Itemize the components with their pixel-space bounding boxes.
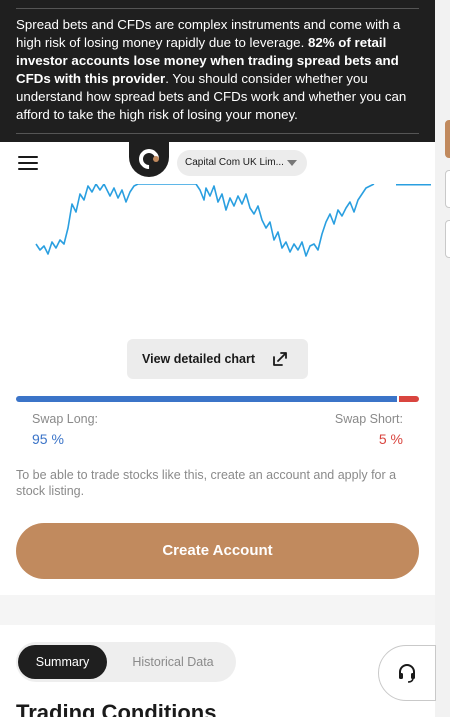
trade-note: To be able to trade stocks like this, cr… [16, 468, 397, 498]
swap-long-label: Swap Long: [32, 412, 99, 426]
page: Spread bets and CFDs are complex instrum… [0, 0, 435, 717]
external-link-icon [273, 352, 287, 366]
top-header: Capital Com UK Lim... [0, 142, 435, 184]
price-line [35, 184, 375, 257]
section-title: Trading Conditions [16, 700, 217, 717]
caret-down-icon [287, 160, 297, 166]
side-tab[interactable] [445, 220, 450, 258]
entity-select[interactable]: Capital Com UK Lim... [177, 150, 307, 176]
info-tabs: Summary Historical Data [16, 642, 236, 682]
risk-warning-banner: Spread bets and CFDs are complex instrum… [0, 0, 435, 142]
chart-marker [396, 184, 431, 186]
divider [16, 133, 419, 134]
swap-long-value: 95 % [32, 431, 64, 447]
swap-short-label: Swap Short: [334, 412, 403, 426]
headset-icon [399, 664, 415, 683]
swap-short-fill [399, 396, 419, 402]
view-detailed-chart-label: View detailed chart [142, 352, 256, 366]
tab-summary[interactable]: Summary [18, 645, 107, 679]
logo-dot [153, 156, 159, 162]
entity-select-value: Capital Com UK Lim... [185, 157, 284, 168]
section-divider [0, 595, 435, 625]
support-button[interactable] [378, 645, 436, 701]
swap-ratio-bar [16, 396, 419, 402]
capital-com-logo[interactable] [129, 135, 169, 177]
create-account-button[interactable]: Create Account [16, 523, 419, 579]
side-tab[interactable] [445, 120, 450, 158]
view-detailed-chart-button[interactable]: View detailed chart [127, 339, 308, 379]
price-chart [0, 184, 435, 314]
swap-short-value: 5 % [378, 431, 403, 447]
tab-historical-data[interactable]: Historical Data [116, 645, 230, 679]
hamburger-icon[interactable] [18, 156, 38, 170]
swap-long-fill [16, 396, 397, 402]
side-tab[interactable] [445, 170, 450, 208]
price-chart-svg [35, 184, 431, 257]
divider [16, 8, 419, 9]
side-panel-edge [435, 0, 450, 717]
